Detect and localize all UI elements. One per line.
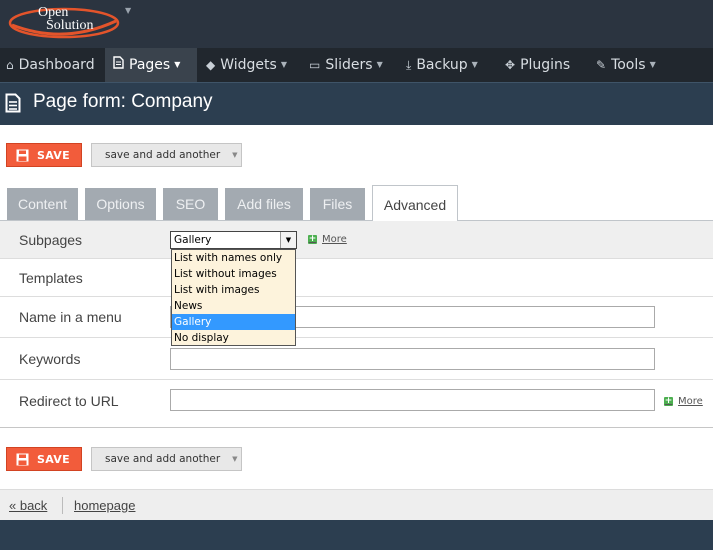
nav-sliders-label: Sliders xyxy=(325,57,373,73)
chevron-down-icon[interactable]: ▼ xyxy=(280,232,296,248)
open-solution-logo[interactable]: Open Solution xyxy=(8,1,120,41)
page-header: Page form: Company xyxy=(0,82,713,125)
logo-line2: Solution xyxy=(46,18,93,33)
chevron-down-icon: ▼ xyxy=(232,151,238,159)
redirect-label: Redirect to URL xyxy=(19,393,119,409)
keywords-label: Keywords xyxy=(19,351,81,367)
document-icon xyxy=(113,48,124,82)
keywords-input[interactable] xyxy=(170,348,655,370)
tab-advanced[interactable]: Advanced xyxy=(372,185,458,221)
tab-seo[interactable]: SEO xyxy=(163,188,218,220)
homepage-link[interactable]: homepage xyxy=(74,498,135,513)
dropdown-option-selected[interactable]: Gallery xyxy=(172,314,295,330)
tab-files[interactable]: Files xyxy=(310,188,365,220)
logo-caret-icon[interactable]: ▼ xyxy=(125,6,131,15)
subpages-select[interactable]: Gallery ▼ xyxy=(170,231,297,249)
home-icon: ⌂ xyxy=(6,58,14,72)
nav-dashboard[interactable]: ⌂ Dashboard xyxy=(4,48,101,82)
image-icon: ▭ xyxy=(309,58,321,72)
templates-row: Templates xyxy=(0,259,713,297)
puzzle-icon: ✥ xyxy=(505,58,516,72)
save-and-add-another-button[interactable]: save and add another ▼ xyxy=(91,143,242,167)
name-in-menu-label: Name in a menu xyxy=(19,309,122,325)
plus-icon: + xyxy=(308,234,317,244)
redirect-url-input[interactable] xyxy=(170,389,655,411)
subpages-label: Subpages xyxy=(19,232,83,248)
redirect-more-link[interactable]: + More xyxy=(664,396,703,407)
subpages-more-link[interactable]: + More xyxy=(308,234,347,245)
download-icon: ⤓ xyxy=(406,58,412,72)
tab-options[interactable]: Options xyxy=(85,188,156,220)
nav-plugins[interactable]: ✥ Plugins xyxy=(505,48,570,82)
tab-add-files[interactable]: Add files xyxy=(225,188,303,220)
footer-separator xyxy=(62,497,63,514)
chevron-down-icon: ▼ xyxy=(280,60,287,69)
chevron-down-icon: ▼ xyxy=(649,60,656,69)
save-and-add-another-button-bottom[interactable]: save and add another ▼ xyxy=(91,447,242,471)
dropdown-option[interactable]: List with names only xyxy=(172,250,295,266)
nav-backup-label: Backup xyxy=(416,57,468,73)
wrench-icon: ✎ xyxy=(596,58,607,72)
nav-widgets-label: Widgets xyxy=(220,57,277,73)
save-button-label: SAVE xyxy=(37,148,70,162)
cube-icon: ◆ xyxy=(206,58,216,72)
save-button[interactable]: SAVE xyxy=(6,143,82,167)
nav-dashboard-label: Dashboard xyxy=(18,57,95,73)
save-button-label: SAVE xyxy=(37,452,70,466)
page-title: Page form: Company xyxy=(33,91,213,112)
nav-plugins-label: Plugins xyxy=(520,57,571,73)
nav-tools[interactable]: ✎ Tools ▼ xyxy=(596,48,656,82)
redirect-more-label: More xyxy=(678,396,703,407)
chevron-down-icon: ▼ xyxy=(471,60,478,69)
bottom-bar xyxy=(0,520,713,550)
nav-pages-label: Pages xyxy=(129,57,171,73)
main-nav: ⌂ Dashboard Pages ▼ ◆ Widgets ▼ ▭ Slider… xyxy=(0,48,713,82)
dropdown-option[interactable]: News xyxy=(172,298,295,314)
subpages-row: Subpages xyxy=(0,221,713,259)
chevron-down-icon: ▼ xyxy=(376,60,383,69)
top-bar: Open Solution ▼ xyxy=(0,0,713,48)
footer-links: « back homepage xyxy=(0,489,713,521)
subpages-dropdown: List with names only List without images… xyxy=(171,249,296,346)
subpages-selected-value: Gallery xyxy=(174,234,212,246)
save-and-add-another-label: save and add another xyxy=(105,453,221,465)
save-button-bottom[interactable]: SAVE xyxy=(6,447,82,471)
nav-sliders[interactable]: ▭ Sliders ▼ xyxy=(309,48,383,82)
document-icon xyxy=(5,93,21,113)
tab-content[interactable]: Content xyxy=(7,188,78,220)
nav-widgets[interactable]: ◆ Widgets ▼ xyxy=(206,48,287,82)
nav-tools-label: Tools xyxy=(611,57,646,73)
templates-label: Templates xyxy=(19,270,83,286)
subpages-more-label: More xyxy=(322,234,347,245)
floppy-disk-icon xyxy=(16,149,29,161)
chevron-down-icon: ▼ xyxy=(174,60,181,69)
dropdown-option[interactable]: No display xyxy=(172,330,295,346)
nav-backup[interactable]: ⤓ Backup ▼ xyxy=(406,48,478,82)
dropdown-option[interactable]: List without images xyxy=(172,266,295,282)
chevron-down-icon: ▼ xyxy=(232,455,238,463)
logo-swoosh-icon: Open Solution xyxy=(8,5,120,39)
save-and-add-another-label: save and add another xyxy=(105,149,221,161)
dropdown-option[interactable]: List with images xyxy=(172,282,295,298)
plus-icon: + xyxy=(664,396,673,406)
nav-pages[interactable]: Pages ▼ xyxy=(105,48,197,82)
back-link[interactable]: « back xyxy=(9,498,47,513)
floppy-disk-icon xyxy=(16,453,29,465)
